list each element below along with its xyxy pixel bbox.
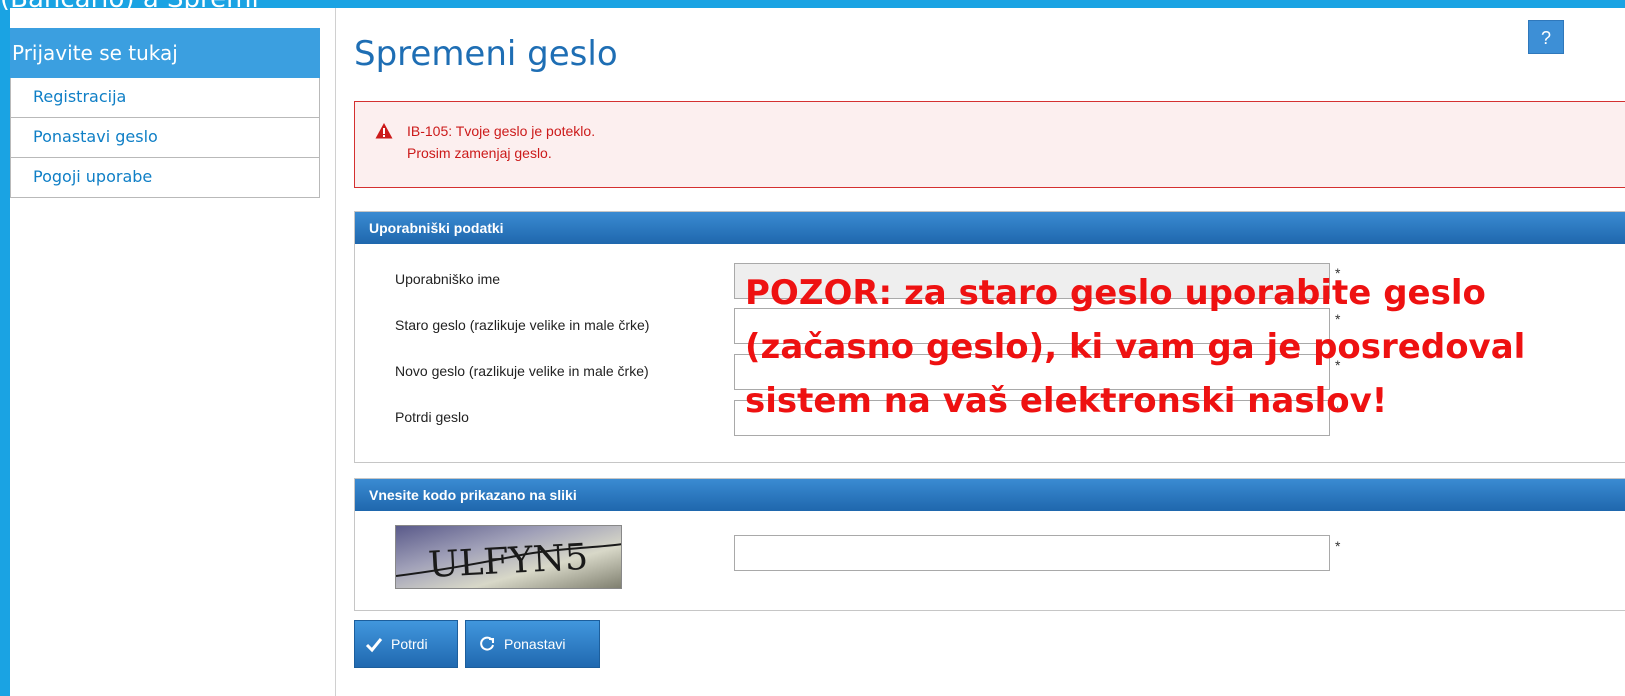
help-button[interactable]: ? — [1528, 20, 1564, 54]
sidebar-item-reset-password[interactable]: Ponastavi geslo — [10, 118, 320, 158]
user-data-panel-header: Uporabniški podatki — [355, 212, 1625, 244]
captcha-text: ULFYN5 — [427, 537, 589, 586]
page-title: Spremeni geslo — [354, 34, 618, 74]
warning-triangle-icon — [375, 123, 393, 139]
refresh-icon — [480, 636, 494, 651]
captcha-panel-header: Vnesite kodo prikazano na sliki — [355, 479, 1625, 511]
sidebar-header: Prijavite se tukaj — [10, 28, 320, 78]
confirm-password-label: Potrdi geslo — [395, 409, 469, 425]
alert-instruction: Prosim zamenjaj geslo. — [407, 145, 552, 161]
main-content: Spremeni geslo ? IB-105: Tvoje geslo je … — [354, 8, 1625, 696]
confirm-button[interactable]: Potrdi — [354, 620, 458, 668]
captcha-image: ULFYN5 — [395, 525, 622, 589]
alert-message: IB-105: Tvoje geslo je poteklo. — [407, 123, 596, 139]
annotation-line: POZOR: za staro geslo uporabite geslo — [745, 273, 1486, 313]
old-password-label: Staro geslo (razlikuje velike in male čr… — [395, 317, 650, 333]
checkmark-icon — [365, 638, 383, 653]
sidebar-item-registration[interactable]: Registracija — [10, 78, 320, 118]
captcha-panel: Vnesite kodo prikazano na sliki ULFYN5 * — [354, 478, 1625, 611]
sidebar-item-terms-of-use[interactable]: Pogoji uporabe — [10, 158, 320, 198]
page-container: Prijavite se tukaj Registracija Ponastav… — [10, 8, 1625, 696]
new-password-label: Novo geslo (razlikuje velike in male črk… — [395, 363, 649, 379]
annotation-line: sistem na vaš elektronski naslov! — [745, 381, 1388, 421]
required-marker: * — [1335, 538, 1341, 554]
annotation-line: (začasno geslo), ki vam ga je posredoval — [745, 327, 1526, 367]
captcha-input[interactable] — [734, 535, 1330, 571]
warning-annotation: POZOR: za staro geslo uporabite geslo (z… — [745, 266, 1526, 428]
confirm-button-label: Potrdi — [391, 636, 428, 652]
reset-button[interactable]: Ponastavi — [465, 620, 600, 668]
column-divider — [335, 8, 336, 696]
username-label: Uporabniško ime — [395, 271, 501, 287]
reset-button-label: Ponastavi — [504, 636, 566, 652]
error-alert: IB-105: Tvoje geslo je poteklo. Prosim z… — [354, 101, 1625, 188]
sidebar: Prijavite se tukaj Registracija Ponastav… — [10, 28, 320, 198]
